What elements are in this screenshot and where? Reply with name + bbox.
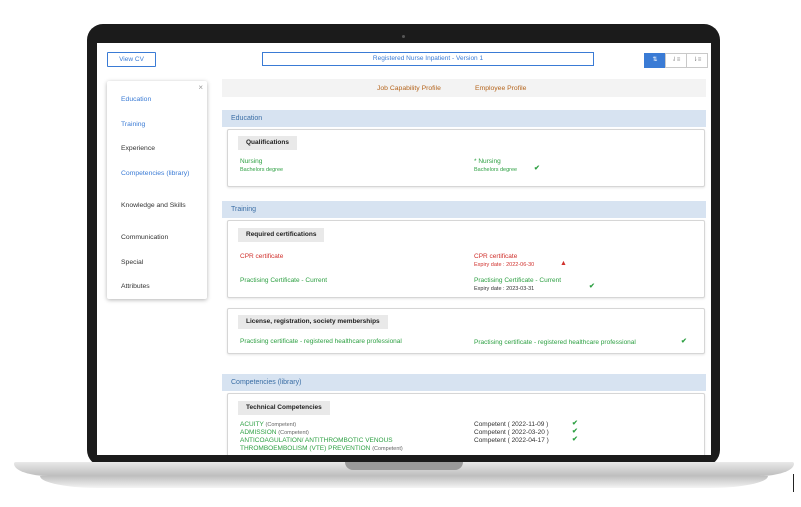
required-certifications-card: Required certifications CPR certificate … xyxy=(227,220,705,298)
job-qualification-name: Nursing xyxy=(240,158,263,165)
qualifications-card: Qualifications Nursing Bachelors degree … xyxy=(227,129,705,187)
competency-name-text: ADMISSION xyxy=(240,429,277,436)
qualifications-label: Qualifications xyxy=(238,136,297,150)
app-screen: View CV Registered Nurse Inpatient - Ver… xyxy=(97,43,711,455)
job-cpr-certificate: CPR certificate xyxy=(240,253,284,260)
technical-competencies-label: Technical Competencies xyxy=(238,401,330,415)
sidebar-item-communication[interactable]: Communication xyxy=(121,234,168,242)
competency-name-text: THROMBOEMBOLISM (VTE) PREVENTION xyxy=(240,445,371,452)
emp-license: Practising certificate - registered heal… xyxy=(474,339,636,346)
job-qualification-detail: Bachelors degree xyxy=(240,167,284,173)
technical-competencies-card: Technical Competencies ACUITY (Competent… xyxy=(227,393,705,455)
view-cv-button[interactable]: View CV xyxy=(107,52,156,67)
sidebar-item-education[interactable]: Education xyxy=(121,96,151,104)
sidebar-item-special[interactable]: Special xyxy=(121,259,143,267)
license-registration-card: License, registration, society membershi… xyxy=(227,308,705,354)
edge-mark xyxy=(793,474,794,492)
competency-name: THROMBOEMBOLISM (VTE) PREVENTION (Compet… xyxy=(240,445,403,453)
check-icon: ✔ xyxy=(572,420,578,427)
warning-icon: ▲ xyxy=(560,260,567,267)
view-employee-button[interactable]: ⇂≡ xyxy=(686,53,708,68)
training-section-header[interactable]: Training xyxy=(222,201,706,218)
job-license: Practising certificate - registered heal… xyxy=(240,338,402,345)
close-icon[interactable]: × xyxy=(198,83,203,92)
emp-qualification-name: * Nursing xyxy=(474,158,501,165)
emp-practising-certificate: Practising Certificate - Current xyxy=(474,277,562,284)
emp-competency-status: Competent ( 2022-03-20 ) xyxy=(474,429,549,436)
check-icon: ✔ xyxy=(681,338,687,345)
job-profile-heading: Job Capability Profile xyxy=(377,85,441,92)
competency-level: (Competent) xyxy=(265,422,297,428)
cpr-expiry-date: Expiry date : 2022-06-30 xyxy=(474,262,535,268)
competency-level: (Competent) xyxy=(278,430,309,436)
employee-profile-heading: Employee Profile xyxy=(475,85,527,92)
job-practising-certificate: Practising Certificate - Current xyxy=(240,277,328,284)
column-header-bar xyxy=(222,79,706,97)
required-certifications-label: Required certifications xyxy=(238,228,325,242)
view-compare-button[interactable]: ⇅ xyxy=(644,53,666,68)
emp-qualification-detail: Bachelors degree xyxy=(474,167,518,173)
sidebar: × Education Training Experience Competen… xyxy=(107,81,207,299)
emp-competency-status: Competent ( 2022-04-17 ) xyxy=(474,437,549,444)
camera-icon xyxy=(402,35,405,38)
sidebar-item-training[interactable]: Training xyxy=(121,121,145,129)
sidebar-item-knowledge[interactable]: Knowledge and Skills xyxy=(121,202,191,210)
competencies-section-header[interactable]: Competencies (library) xyxy=(222,374,706,391)
check-icon: ✔ xyxy=(589,283,595,290)
view-job-button[interactable]: ⇃≡ xyxy=(665,53,687,68)
emp-cpr-certificate: CPR certificate xyxy=(474,253,518,260)
sidebar-item-experience[interactable]: Experience xyxy=(121,145,155,153)
practising-expiry-date: Expiry date : 2023-03-31 xyxy=(474,286,535,292)
check-icon: ✔ xyxy=(572,436,578,443)
competency-name-text: ACUITY xyxy=(240,421,264,428)
laptop-notch xyxy=(345,462,463,470)
view-toggle-group: ⇅ ⇃≡ ⇂≡ xyxy=(644,53,708,68)
competency-name: ADMISSION (Competent) xyxy=(240,429,309,437)
competency-name: ACUITY (Competent) xyxy=(240,421,296,429)
profile-title: Registered Nurse Inpatient - Version 1 xyxy=(262,52,594,66)
sidebar-item-attributes[interactable]: Attributes xyxy=(121,283,150,291)
laptop-base-shadow xyxy=(40,476,768,488)
competency-level: (Competent) xyxy=(372,446,403,452)
competency-name: ANTICOAGULATION/ ANTITHROMBOTIC VENOUS xyxy=(240,437,393,444)
education-section-header[interactable]: Education xyxy=(222,110,706,127)
check-icon: ✔ xyxy=(572,428,578,435)
sidebar-item-competencies[interactable]: Competencies (library) xyxy=(121,170,191,178)
check-icon: ✔ xyxy=(534,165,540,172)
emp-competency-status: Competent ( 2022-11-09 ) xyxy=(474,421,549,428)
license-registration-label: License, registration, society membershi… xyxy=(238,315,388,329)
